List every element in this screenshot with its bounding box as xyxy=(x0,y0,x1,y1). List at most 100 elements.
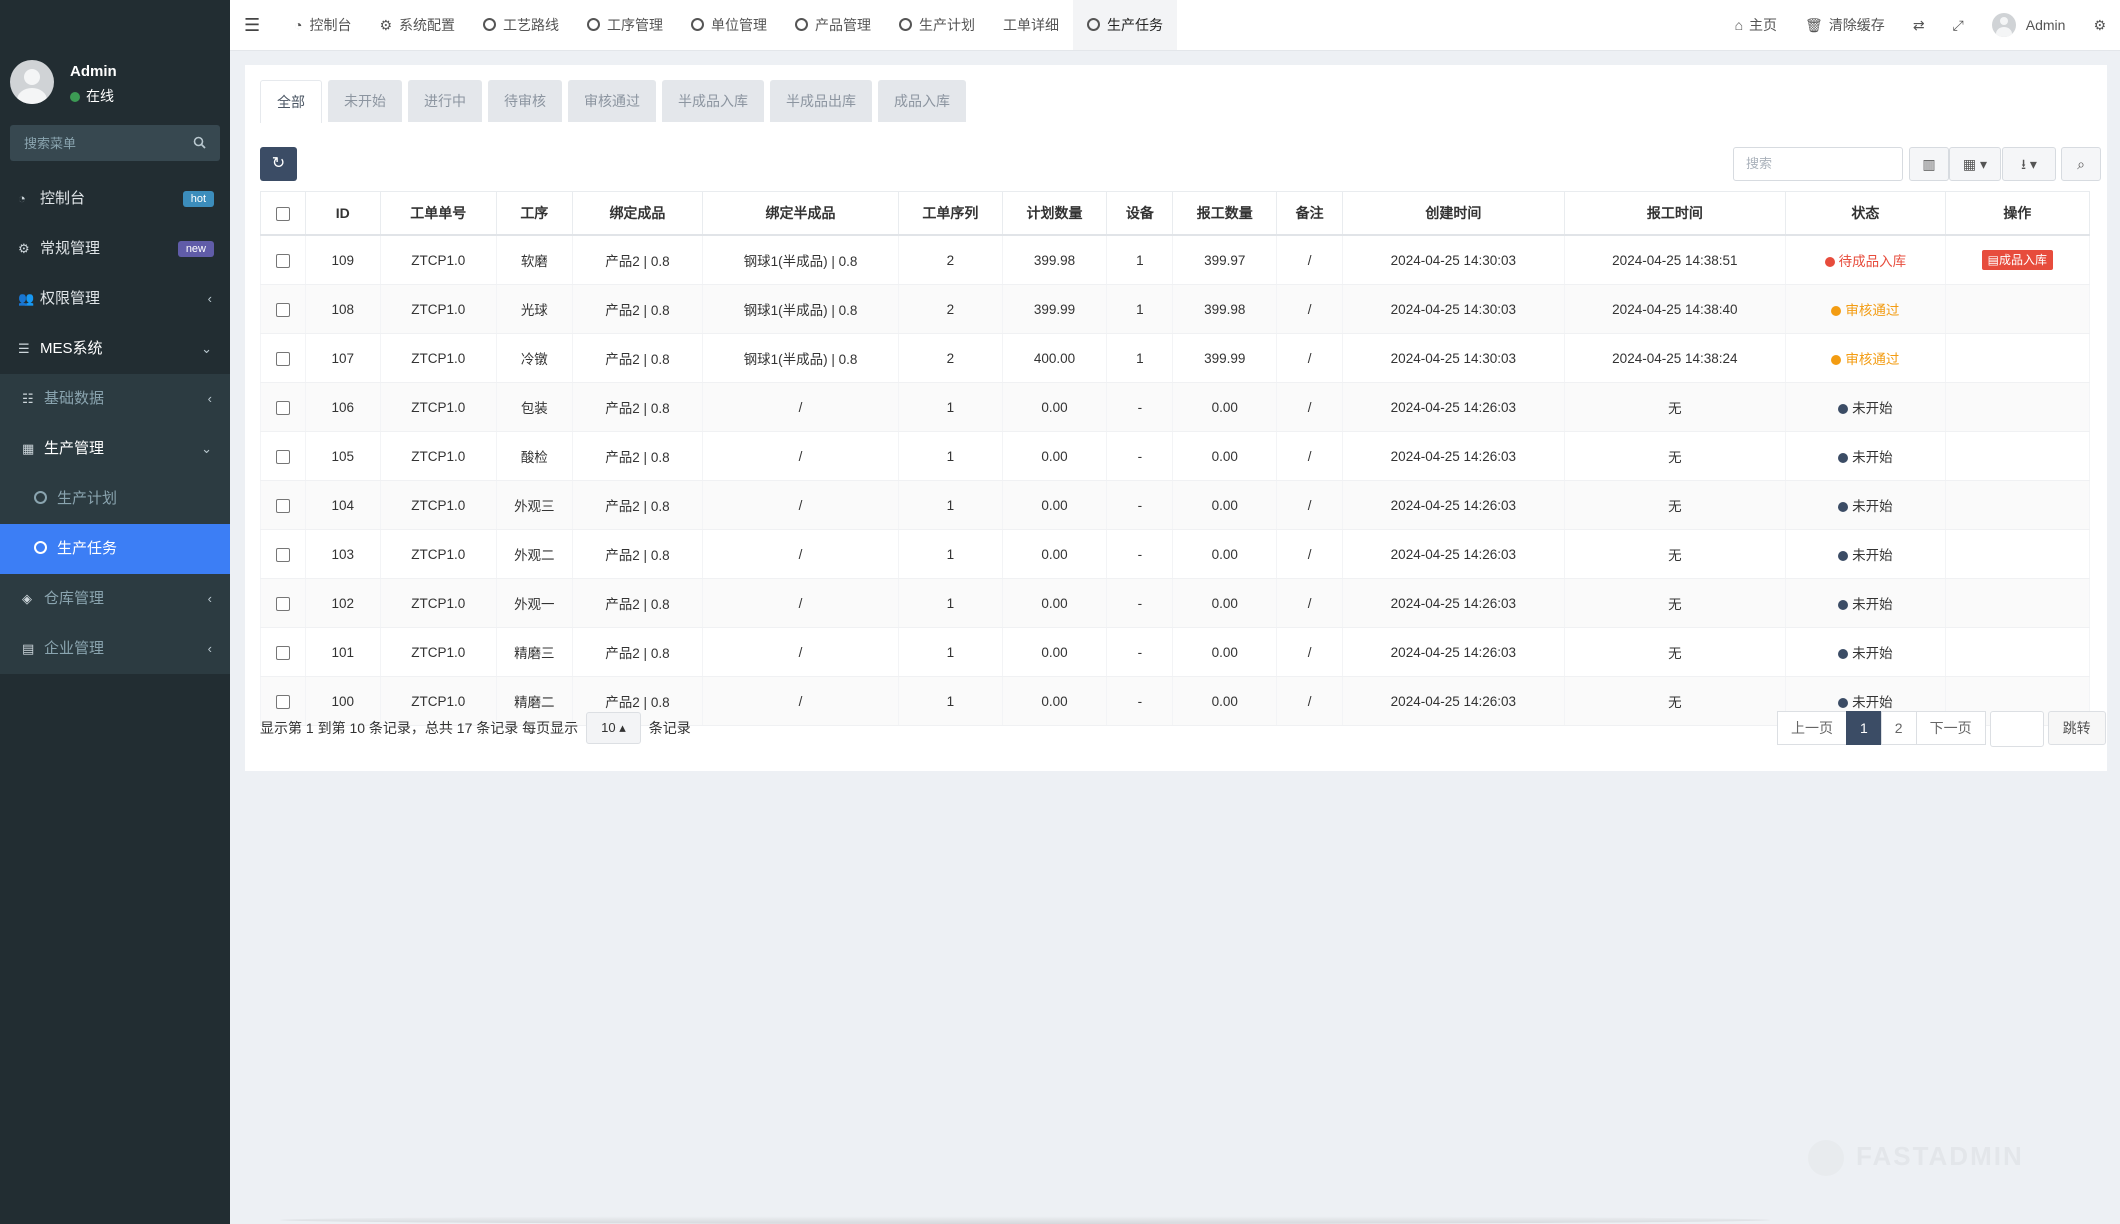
advanced-search-button[interactable]: ⌕ xyxy=(2061,147,2101,181)
circle-icon xyxy=(587,18,601,31)
row-checkbox[interactable] xyxy=(275,547,290,562)
row-checkbox[interactable] xyxy=(275,400,290,415)
toggle-view-button[interactable]: ▥ xyxy=(1909,147,1949,181)
user-menu[interactable]: Admin xyxy=(1978,13,2080,37)
sidebar-item-label: 企业管理 xyxy=(44,640,105,657)
table-row[interactable]: 102 ZTCP1.0 外观一 产品2 | 0.8/1 0.00-0.00/2024-0… xyxy=(260,578,2091,628)
row-select-cell xyxy=(260,578,306,628)
tab-unit-manage[interactable]: 单位管理 xyxy=(677,0,781,50)
columns-button[interactable]: ▦ ▾ xyxy=(1949,147,2001,181)
row-select-cell xyxy=(260,333,306,383)
row-checkbox[interactable] xyxy=(275,449,290,464)
avatar[interactable] xyxy=(10,60,54,104)
table-cell: 399.99 xyxy=(1001,284,1108,334)
chevron-down-icon: ⌄ xyxy=(201,341,212,356)
col-header[interactable]: 绑定半成品 xyxy=(701,191,900,236)
tab-process-manage[interactable]: 工序管理 xyxy=(573,0,677,50)
row-checkbox[interactable] xyxy=(275,351,290,366)
col-header[interactable]: 备注 xyxy=(1276,191,1344,236)
clear-cache-button[interactable]: 🗑 清除缓存 xyxy=(1791,15,1899,35)
settings-button[interactable]: ⚙ xyxy=(2079,17,2120,34)
sidebar-search-input[interactable] xyxy=(10,125,194,161)
sidebar-item-production-task[interactable]: 生产任务 xyxy=(0,524,230,574)
sidebar-item-mes[interactable]: ☰ MES系统 ⌄ xyxy=(0,324,230,374)
language-button[interactable]: ⇄ xyxy=(1899,17,1939,34)
filter-tab-all[interactable]: 全部 xyxy=(260,80,322,123)
sidebar-item-enterprise[interactable]: ▤ 企业管理 ‹ xyxy=(0,624,230,674)
user-menu-label: Admin xyxy=(2025,17,2066,33)
table-cell: - xyxy=(1106,480,1174,530)
col-header[interactable]: 工单单号 xyxy=(379,191,497,236)
table-row[interactable]: 103 ZTCP1.0 外观二 产品2 | 0.8/1 0.00-0.00/2024-0… xyxy=(260,529,2091,579)
tab-system-config[interactable]: ⚙ 系统配置 xyxy=(365,0,469,50)
col-header[interactable]: 状态 xyxy=(1785,191,1946,236)
filter-tab-semi-in[interactable]: 半成品入库 xyxy=(662,80,764,122)
table-cell: 酸检 xyxy=(495,431,573,481)
filter-tab-finished-in[interactable]: 成品入库 xyxy=(878,80,966,122)
table-row[interactable]: 108 ZTCP1.0 光球 产品2 | 0.8 钢球1(半成品) | 0.8 2 399.… xyxy=(260,284,2091,334)
col-header[interactable]: 绑定成品 xyxy=(571,191,703,236)
table-cell: / xyxy=(701,480,900,530)
tab-process-route[interactable]: 工艺路线 xyxy=(469,0,573,50)
table-cell: 无 xyxy=(1563,382,1787,432)
menu-toggle-icon[interactable]: ☰ xyxy=(244,15,260,36)
row-checkbox[interactable] xyxy=(275,596,290,611)
table-search-input[interactable] xyxy=(1734,148,1896,178)
status-badge: 未开始 xyxy=(1838,597,1893,612)
refresh-button[interactable]: ↻ xyxy=(260,147,297,181)
tab-production-task[interactable]: 生产任务 xyxy=(1073,0,1178,50)
sidebar-item-production-plan[interactable]: 生产计划 xyxy=(0,474,230,524)
col-header[interactable]: 创建时间 xyxy=(1342,191,1565,236)
filter-tab-in-progress[interactable]: 进行中 xyxy=(408,80,482,122)
sidebar-item-production[interactable]: ▦ 生产管理 ⌄ xyxy=(0,424,230,474)
tab-production-plan[interactable]: 生产计划 xyxy=(885,0,989,50)
filter-tab-not-started[interactable]: 未开始 xyxy=(328,80,402,122)
table-cell: 无 xyxy=(1563,480,1787,530)
row-checkbox[interactable] xyxy=(275,498,290,513)
row-select-cell xyxy=(260,480,306,530)
page-size-select[interactable]: 10 ▴ xyxy=(586,712,641,744)
jump-page-input[interactable] xyxy=(1989,711,2044,747)
page-button-1[interactable]: 1 xyxy=(1846,711,1882,745)
row-checkbox[interactable] xyxy=(275,253,290,268)
col-header[interactable]: 工单序列 xyxy=(898,191,1003,236)
filter-tab-approved[interactable]: 审核通过 xyxy=(568,80,656,122)
status-dot-icon xyxy=(1838,600,1849,610)
export-button[interactable]: ⭳ ▾ xyxy=(2002,147,2056,181)
tab-order-detail[interactable]: 工单详细 xyxy=(989,0,1073,50)
table-row[interactable]: 106 ZTCP1.0 包装 产品2 | 0.8/1 0.00-0.00/2024-04… xyxy=(260,382,2091,432)
col-header[interactable]: 报工时间 xyxy=(1563,191,1787,236)
page-button-2[interactable]: 2 xyxy=(1880,711,1917,745)
tab-product-manage[interactable]: 产品管理 xyxy=(781,0,885,50)
fullscreen-button[interactable]: ⤢ xyxy=(1939,17,1978,34)
table-row[interactable]: 105 ZTCP1.0 酸检 产品2 | 0.8/1 0.00-0.00/2024-04… xyxy=(260,431,2091,481)
home-link[interactable]: ⌂ 主页 xyxy=(1721,15,1791,35)
finished-stock-in-button[interactable]: ▤成品入库 xyxy=(1981,250,2053,270)
select-all-checkbox[interactable] xyxy=(275,207,290,222)
col-header[interactable]: ID xyxy=(304,191,381,236)
sidebar-item-warehouse[interactable]: ◈ 仓库管理 ‹ xyxy=(0,574,230,624)
table-row[interactable]: 109 ZTCP1.0 软磨 产品2 | 0.8 钢球1(半成品) | 0.8 2 399.… xyxy=(260,235,2091,285)
sidebar-item-basic-data[interactable]: ☷ 基础数据 ‹ xyxy=(0,374,230,424)
sidebar-item-dashboard[interactable]: ◔ 控制台 hot xyxy=(0,174,230,224)
jump-button[interactable]: 跳转 xyxy=(2047,711,2106,745)
table-row[interactable]: 104 ZTCP1.0 外观三 产品2 | 0.8/1 0.00-0.00/2024-0… xyxy=(260,480,2091,530)
tab-dashboard[interactable]: ◔ 控制台 xyxy=(280,0,365,50)
prev-page-button[interactable]: 上一页 xyxy=(1777,711,1847,745)
table-row[interactable]: 107 ZTCP1.0 冷镦 产品2 | 0.8 钢球1(半成品) | 0.8 2 400.… xyxy=(260,333,2091,383)
filter-tab-semi-out[interactable]: 半成品出库 xyxy=(770,80,872,122)
col-header[interactable]: 报工数量 xyxy=(1172,191,1278,236)
row-checkbox[interactable] xyxy=(275,694,290,709)
sidebar-item-auth[interactable]: 👥 权限管理 ‹ xyxy=(0,274,230,324)
filter-tab-pending-review[interactable]: 待审核 xyxy=(488,80,562,122)
table-cell: 2024-04-25 14:30:03 xyxy=(1342,235,1565,285)
row-checkbox[interactable] xyxy=(275,302,290,317)
col-header[interactable]: 计划数量 xyxy=(1001,191,1108,236)
table-row[interactable]: 101 ZTCP1.0 精磨三 产品2 | 0.8/1 0.00-0.00/2024-0… xyxy=(260,627,2091,677)
next-page-button[interactable]: 下一页 xyxy=(1915,711,1986,745)
row-checkbox[interactable] xyxy=(275,645,290,660)
col-header[interactable]: 工序 xyxy=(495,191,573,236)
search-icon[interactable] xyxy=(193,136,206,152)
col-header[interactable]: 设备 xyxy=(1106,191,1174,236)
sidebar-item-general[interactable]: ⚙ 常规管理 new xyxy=(0,224,230,274)
